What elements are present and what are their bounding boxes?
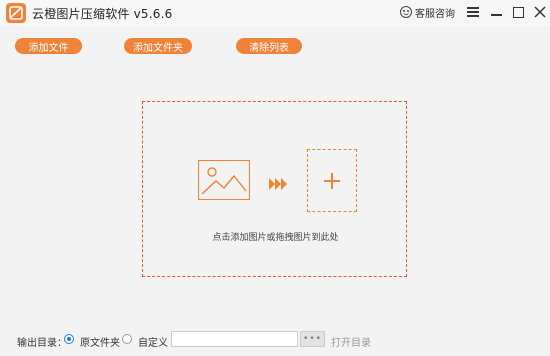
menu-icon — [467, 7, 479, 17]
add-file-button[interactable]: 添加文件 — [15, 38, 82, 54]
browse-button[interactable]: ••• — [300, 331, 325, 347]
minimize-button[interactable] — [487, 3, 505, 21]
radio-custom-folder[interactable] — [122, 334, 132, 344]
toolbar: 添加文件 添加文件夹 清除列表 — [0, 26, 550, 62]
add-image-plus-icon[interactable] — [307, 149, 357, 212]
smiley-icon — [400, 6, 412, 18]
app-logo-icon — [6, 3, 26, 23]
output-dir-label: 输出目录： — [17, 338, 67, 349]
open-directory-link[interactable]: 打开目录 — [331, 334, 371, 349]
customer-support-link[interactable]: 客服咨询 — [400, 2, 455, 22]
radio-original-folder-label[interactable]: 原文件夹 — [80, 334, 120, 349]
drop-zone-hint: 点击添加图片或拖拽图片到此处 — [212, 233, 339, 243]
app-title: 云橙图片压缩软件 v5.6.6 — [32, 7, 173, 21]
add-folder-button[interactable]: 添加文件夹 — [124, 38, 192, 54]
title-bar: 云橙图片压缩软件 v5.6.6 客服咨询 — [0, 0, 550, 26]
triple-arrow-icon — [269, 175, 287, 190]
radio-custom-folder-label[interactable]: 自定义 — [138, 334, 168, 349]
image-placeholder-icon — [198, 160, 250, 200]
clear-list-button[interactable]: 清除列表 — [236, 38, 302, 54]
menu-button[interactable] — [464, 3, 482, 21]
customer-support-label: 客服咨询 — [415, 8, 455, 20]
maximize-icon — [512, 6, 524, 18]
maximize-button[interactable] — [509, 3, 527, 21]
radio-original-folder[interactable] — [64, 334, 74, 344]
image-drop-zone[interactable]: 点击添加图片或拖拽图片到此处 — [142, 101, 407, 277]
output-path-input[interactable] — [171, 331, 298, 347]
minimize-icon — [490, 14, 502, 16]
close-icon — [534, 6, 546, 18]
app-window: 云橙图片压缩软件 v5.6.6 客服咨询 添加文件 添加文件夹 清除列表 点击添… — [0, 0, 550, 356]
close-button[interactable] — [531, 3, 549, 21]
output-bar: 输出目录： 原文件夹 自定义 ••• 打开目录 — [0, 322, 550, 356]
